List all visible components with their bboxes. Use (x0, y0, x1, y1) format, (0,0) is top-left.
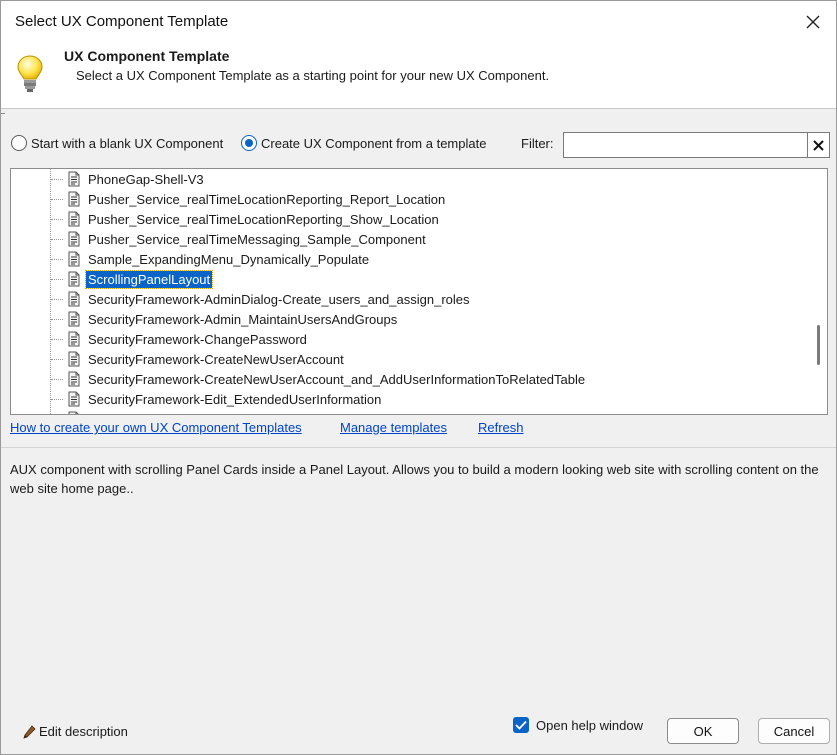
filter-clear-button[interactable] (807, 132, 830, 158)
close-icon (813, 139, 824, 151)
tree-item[interactable]: Sample_ExpandingMenu_Dynamically_Populat… (51, 249, 371, 269)
tree-branch-line (51, 218, 63, 220)
tree-branch-line (51, 278, 63, 280)
open-help-label: Open help window (536, 718, 643, 733)
document-icon (68, 411, 79, 414)
document-icon (68, 211, 80, 227)
tree-item[interactable]: SecurityFramework-CreateNewUserAccount_a… (51, 369, 587, 389)
blank-component-label: Start with a blank UX Component (31, 135, 224, 151)
template-options: Start with a blank UX Component Create U… (1, 131, 836, 158)
header-description: Select a UX Component Template as a star… (76, 68, 550, 83)
checkmark-icon (515, 720, 527, 730)
template-tree[interactable]: PhoneGap-Shell-V3 Pusher_Service_realTime… (10, 168, 828, 415)
document-icon (68, 371, 80, 387)
left-separator (1, 113, 5, 114)
tree-item[interactable]: Pusher_Service_realTimeMessaging_Sample_… (51, 229, 428, 249)
title-bar: Select UX Component Template (1, 1, 836, 42)
filter-label: Filter: (521, 136, 554, 151)
pencil-icon (23, 724, 36, 739)
tree-item-label: Sample_ExpandingMenu_Dynamically_Populat… (88, 251, 370, 267)
tree-branch-line (51, 298, 63, 300)
manage-templates-link[interactable]: Manage templates (340, 420, 447, 435)
tree-branch-line (51, 178, 63, 180)
document-icon (68, 291, 80, 307)
description-separator (1, 447, 836, 448)
tree-item-label: SecurityFramework-CreateNewUserAccount (88, 351, 344, 367)
document-icon (68, 331, 80, 347)
tree-item[interactable]: SecurityFramework-CreateNewUserAccount (51, 349, 346, 369)
how-to-create-link[interactable]: How to create your own UX Component Temp… (10, 420, 302, 435)
open-help-checkbox[interactable] (513, 717, 529, 733)
header-title: UX Component Template (64, 48, 230, 64)
close-icon (806, 15, 820, 28)
tree-item-label: Pusher_Service_realTimeMessaging_Sample_… (88, 231, 426, 247)
tree-item-label: Pusher_Service_realTimeLocationReporting… (88, 191, 446, 207)
tree-item[interactable]: SecurityFramework-ChangePassword (51, 329, 309, 349)
tree-scrollbar-thumb[interactable] (817, 325, 820, 365)
tree-branch-line (51, 398, 63, 400)
tree-item[interactable]: SecurityFramework-AdminDialog-Create_use… (51, 289, 472, 309)
tree-branch-line (51, 338, 63, 340)
radio-circle (11, 135, 27, 151)
template-component-label: Create UX Component from a template (261, 135, 487, 151)
tree-item[interactable]: ScrollingPanelLayout (51, 269, 214, 289)
tree-item[interactable]: PhoneGap-Shell-V3 (51, 169, 206, 189)
radio-circle-selected (241, 135, 257, 151)
tree-item-label: ScrollingPanelLayout (84, 269, 214, 289)
tree-item[interactable]: SecurityFramework-Edit_ExtendedUserInfor… (51, 389, 383, 409)
document-icon (68, 231, 80, 247)
tree-item-label: SecurityFramework-CreateNewUserAccount_a… (88, 371, 586, 387)
dialog-header: UX Component Template Select a UX Compon… (1, 42, 836, 109)
tree-item-label: Pusher_Service_realTimeLocationReporting… (88, 211, 439, 227)
document-icon (68, 251, 80, 267)
document-icon (68, 271, 80, 287)
tree-item[interactable]: SecurityFramework-Admin_MaintainUsersAnd… (51, 309, 399, 329)
tree-branch-line (51, 238, 63, 240)
tree-item-label: PhoneGap-Shell-V3 (88, 171, 204, 187)
tree-item-label: SecurityFramework-ChangePassword (88, 331, 307, 347)
dialog-window: Select UX Component Template UX Componen… (0, 0, 837, 755)
blank-component-radio[interactable]: Start with a blank UX Component (11, 135, 223, 151)
document-icon (68, 311, 80, 327)
tree-item-label: SecurityFramework-Admin_MaintainUsersAnd… (88, 311, 398, 327)
document-icon (68, 191, 80, 207)
document-icon (68, 351, 80, 367)
template-description: AUX component with scrolling Panel Cards… (10, 462, 819, 496)
document-icon (68, 171, 80, 187)
tree-branch-line (51, 318, 63, 320)
ok-button[interactable]: OK (667, 718, 739, 744)
filter-input[interactable] (563, 132, 808, 158)
lightbulb-icon (17, 55, 43, 92)
tree-item[interactable]: SecurityFramework-LoginComponent (51, 409, 305, 415)
edit-description-label: Edit description (39, 724, 128, 739)
tree-branch-line (51, 258, 63, 260)
tree-item-label: SecurityFramework-Edit_ExtendedUserInfor… (88, 391, 382, 407)
close-button[interactable] (790, 1, 836, 42)
edit-description-button[interactable]: Edit description (23, 724, 128, 739)
document-icon (68, 391, 80, 407)
template-component-radio[interactable]: Create UX Component from a template (241, 135, 486, 151)
tree-branch-line (51, 358, 63, 360)
tree-item[interactable]: Pusher_Service_realTimeLocationReporting… (51, 189, 447, 209)
cancel-button[interactable]: Cancel (758, 718, 830, 744)
tree-item-label: SecurityFramework-LoginComponent (86, 411, 305, 415)
tree-item-label: SecurityFramework-AdminDialog-Create_use… (88, 291, 470, 307)
tree-branch-line (51, 378, 63, 380)
tree-item[interactable]: Pusher_Service_realTimeLocationReporting… (51, 209, 441, 229)
refresh-link[interactable]: Refresh (478, 420, 524, 435)
tree-branch-line (51, 198, 63, 200)
window-title: Select UX Component Template (15, 13, 229, 30)
